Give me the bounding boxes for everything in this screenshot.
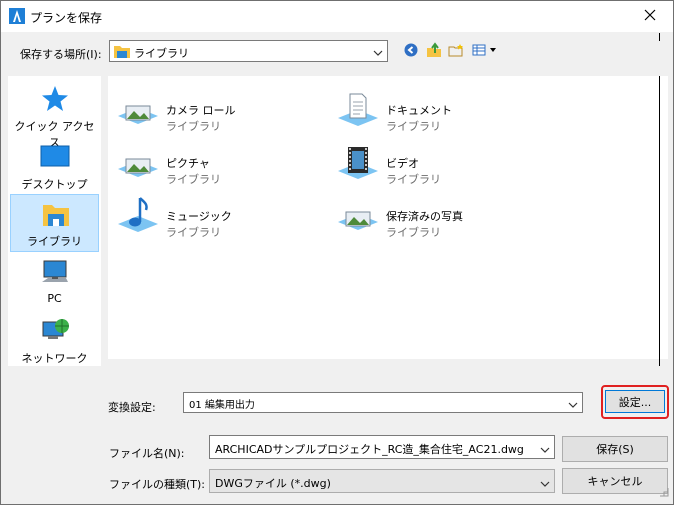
sidebar-item-label: PC (47, 292, 62, 305)
places-sidebar: クイック アクセス デスクトップ ライブラリ PC ネットワーク (8, 76, 101, 366)
divider (659, 76, 660, 366)
item-name: 保存済みの写真 (386, 210, 463, 223)
filetype-value: DWGファイル (*.dwg) (215, 477, 331, 490)
filename-label: ファイル名(N): (109, 447, 185, 460)
window-title: プランを保存 (30, 11, 103, 25)
music-library-icon (116, 196, 160, 236)
chevron-down-icon[interactable] (540, 478, 550, 487)
item-type: ライブラリ (386, 226, 441, 239)
item-name: ミュージック (166, 210, 232, 223)
view-menu-button[interactable] (471, 41, 499, 61)
sidebar-item-label: デスクトップ (21, 178, 88, 191)
chevron-down-icon[interactable] (373, 47, 383, 56)
documents-library-icon (336, 90, 380, 130)
view-menu-icon[interactable] (472, 44, 498, 59)
videos-library-icon (336, 143, 380, 183)
item-type: ライブラリ (386, 120, 441, 133)
item-type: ライブラリ (166, 173, 221, 186)
conversion-setting-dropdown[interactable]: 01 編集用出力 (183, 392, 583, 413)
file-list[interactable]: カメラ ロール ライブラリ ドキュメント ライブラリ ピクチャ ライブラリ ビデ… (108, 76, 668, 359)
back-button[interactable] (401, 41, 421, 61)
sidebar-item-library[interactable]: ライブラリ (10, 194, 99, 252)
star-icon (40, 84, 70, 114)
close-icon[interactable] (644, 9, 656, 24)
save-location-dropdown[interactable]: ライブラリ (109, 40, 388, 62)
filetype-label: ファイルの種類(T): (109, 478, 206, 491)
chevron-down-icon[interactable] (568, 399, 578, 408)
sidebar-item-label: ネットワーク (21, 352, 88, 365)
sidebar-item-pc[interactable]: PC (10, 254, 99, 312)
item-type: ライブラリ (166, 120, 221, 133)
item-name: ピクチャ (166, 157, 210, 170)
sidebar-item-label: ライブラリ (27, 235, 82, 248)
list-item[interactable]: 保存済みの写真 ライブラリ (330, 192, 540, 240)
save-plan-dialog: プランを保存 保存する場所(I): ライブラリ クイック アクセス デスクトップ… (0, 0, 674, 505)
resize-grip-icon[interactable] (659, 487, 669, 500)
list-item[interactable]: ミュージック ライブラリ (110, 192, 320, 240)
save-button[interactable]: 保存(S) (562, 436, 668, 462)
sidebar-item-network[interactable]: ネットワーク (10, 312, 99, 370)
back-icon[interactable] (404, 43, 418, 60)
list-item[interactable]: ビデオ ライブラリ (330, 139, 540, 187)
filetype-dropdown[interactable]: DWGファイル (*.dwg) (209, 469, 555, 493)
archicad-app-icon (9, 8, 25, 24)
item-type: ライブラリ (386, 173, 441, 186)
title-bar: プランを保存 (1, 1, 673, 32)
network-icon (40, 316, 70, 346)
item-name: カメラ ロール (166, 104, 236, 117)
save-location-value: ライブラリ (134, 47, 189, 60)
up-folder-button[interactable] (424, 41, 444, 61)
new-folder-button[interactable] (446, 41, 466, 61)
chevron-down-icon[interactable] (540, 444, 550, 453)
saved-pictures-library-icon (336, 196, 380, 236)
save-location-label: 保存する場所(I): (20, 48, 102, 61)
settings-button[interactable]: 設定... (605, 390, 665, 413)
list-item[interactable]: カメラ ロール ライブラリ (110, 86, 320, 134)
divider (659, 33, 660, 41)
desktop-icon (40, 142, 70, 172)
item-type: ライブラリ (166, 226, 221, 239)
sidebar-item-quick-access[interactable]: クイック アクセス (10, 80, 99, 149)
up-folder-icon[interactable] (426, 41, 442, 61)
filename-input[interactable]: ARCHICADサンプルプロジェクト_RC造_集合住宅_AC21.dwg (209, 435, 555, 459)
list-item[interactable]: ピクチャ ライブラリ (110, 139, 320, 187)
list-item[interactable]: ドキュメント ライブラリ (330, 86, 540, 134)
conversion-setting-value: 01 編集用出力 (189, 400, 255, 411)
pictures-library-icon (116, 143, 160, 183)
library-folder-icon (114, 44, 130, 61)
new-folder-icon[interactable] (448, 43, 464, 60)
picture-library-icon (116, 90, 160, 130)
pc-icon (40, 258, 70, 288)
close-button[interactable] (627, 1, 673, 32)
library-icon (41, 199, 71, 229)
sidebar-item-desktop[interactable]: デスクトップ (10, 138, 99, 196)
conversion-setting-label: 変換設定: (108, 401, 156, 414)
filename-value[interactable]: ARCHICADサンプルプロジェクト_RC造_集合住宅_AC21.dwg (215, 441, 524, 457)
item-name: ドキュメント (386, 104, 452, 117)
cancel-button[interactable]: キャンセル (562, 468, 668, 494)
item-name: ビデオ (386, 157, 419, 170)
